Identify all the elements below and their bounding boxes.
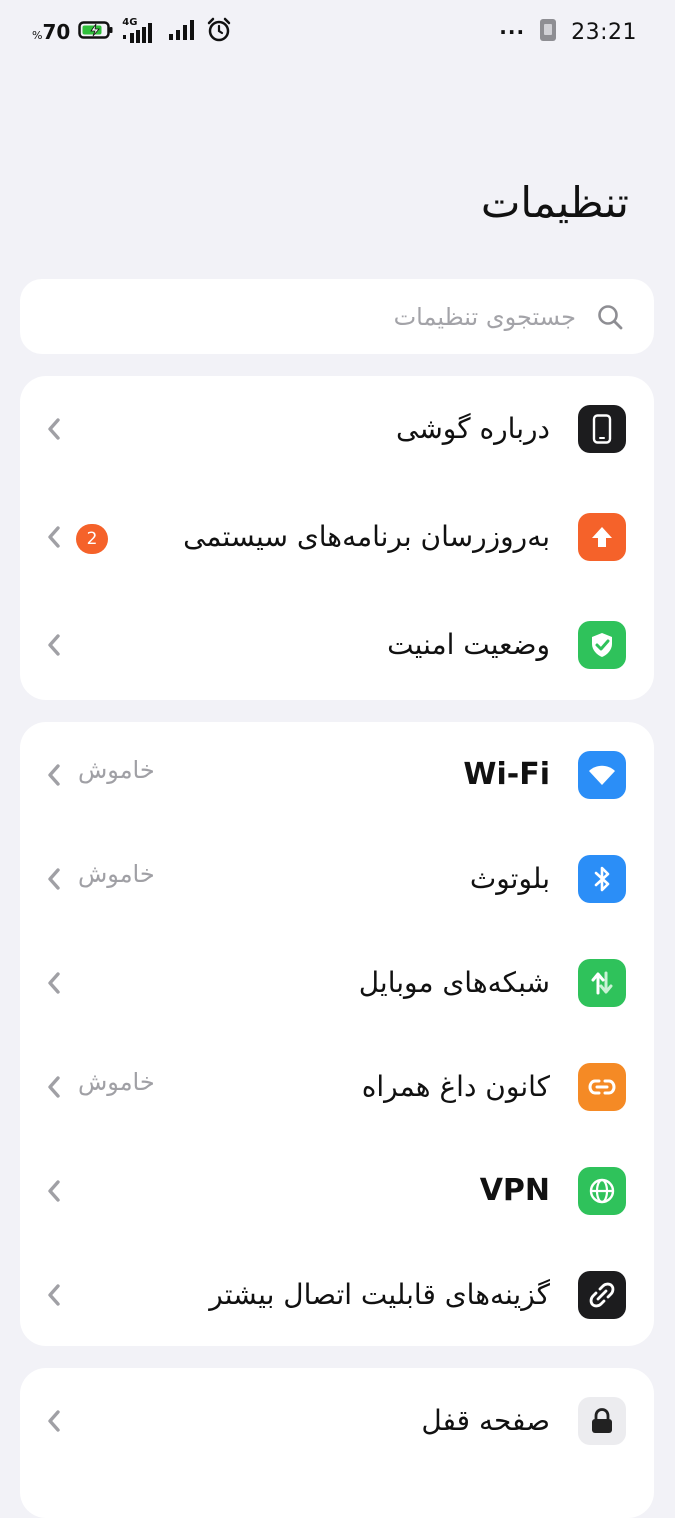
chevron-icon bbox=[46, 971, 62, 999]
row-label: گزینه‌های قابلیت اتصال بیشتر bbox=[209, 1278, 550, 1311]
row-about-phone[interactable]: درباره گوشی bbox=[20, 376, 654, 482]
more-notifications-icon: ··· bbox=[499, 20, 526, 44]
page-title: تنظیمات bbox=[480, 178, 629, 227]
wifi-icon bbox=[578, 751, 626, 799]
arrow-up-icon bbox=[578, 513, 626, 561]
link-icon bbox=[578, 1271, 626, 1319]
row-label: صفحه قفل bbox=[421, 1404, 550, 1437]
signal-icon bbox=[168, 19, 198, 45]
row-bluetooth[interactable]: بلوتوث خاموش bbox=[20, 826, 654, 932]
row-label: شبکه‌های موبایل bbox=[358, 966, 550, 999]
signal-4g-icon: 4G bbox=[122, 17, 160, 45]
sim-icon bbox=[539, 18, 557, 46]
battery-charging-icon bbox=[78, 20, 114, 44]
search-input[interactable] bbox=[96, 297, 576, 337]
mobile-data-icon bbox=[578, 959, 626, 1007]
row-label: وضعیت امنیت bbox=[387, 628, 550, 661]
bluetooth-icon bbox=[578, 855, 626, 903]
status-right: ··· 23:21 bbox=[499, 18, 637, 46]
chevron-icon bbox=[46, 633, 62, 661]
battery-percent: %70 bbox=[32, 20, 71, 44]
globe-icon bbox=[578, 1167, 626, 1215]
row-label: VPN bbox=[479, 1173, 550, 1208]
alarm-icon bbox=[206, 17, 232, 47]
shield-check-icon bbox=[578, 621, 626, 669]
row-vpn[interactable]: VPN bbox=[20, 1138, 654, 1244]
chevron-icon bbox=[46, 417, 62, 445]
phone-icon bbox=[578, 405, 626, 453]
row-label: به‌روزرسان برنامه‌های سیستمی bbox=[183, 520, 550, 553]
row-more-connectivity-options[interactable]: گزینه‌های قابلیت اتصال بیشتر bbox=[20, 1242, 654, 1346]
row-security-status[interactable]: وضعیت امنیت bbox=[20, 592, 654, 698]
chevron-icon bbox=[46, 1075, 62, 1103]
row-label: Wi-Fi bbox=[463, 757, 550, 792]
settings-group-device: درباره گوشی به‌روزرسان برنامه‌های سیستمی… bbox=[20, 376, 654, 700]
chevron-icon bbox=[46, 1179, 62, 1207]
row-value: خاموش bbox=[78, 1068, 155, 1096]
row-label: کانون داغ همراه bbox=[361, 1070, 550, 1103]
chevron-icon bbox=[46, 525, 62, 553]
search-icon bbox=[596, 303, 624, 335]
update-count-badge: 2 bbox=[76, 524, 108, 554]
row-wifi[interactable]: Wi-Fi خاموش bbox=[20, 722, 654, 828]
chevron-icon bbox=[46, 763, 62, 791]
row-value: خاموش bbox=[78, 756, 155, 784]
lock-icon bbox=[578, 1397, 626, 1445]
chevron-icon bbox=[46, 1409, 62, 1437]
row-lock-screen[interactable]: صفحه قفل bbox=[20, 1368, 654, 1474]
row-label: درباره گوشی bbox=[396, 412, 550, 445]
row-system-app-updater[interactable]: به‌روزرسان برنامه‌های سیستمی 2 bbox=[20, 484, 654, 590]
status-bar: %70 4G ··· 23:21 bbox=[0, 0, 675, 64]
status-left: %70 4G bbox=[32, 17, 232, 47]
chevron-icon bbox=[46, 867, 62, 895]
clock-time: 23:21 bbox=[571, 19, 637, 45]
search-bar[interactable] bbox=[20, 279, 654, 354]
hotspot-icon bbox=[578, 1063, 626, 1111]
row-personal-hotspot[interactable]: کانون داغ همراه خاموش bbox=[20, 1034, 654, 1140]
row-value: خاموش bbox=[78, 860, 155, 888]
row-mobile-networks[interactable]: شبکه‌های موبایل bbox=[20, 930, 654, 1036]
row-label: بلوتوث bbox=[469, 862, 550, 895]
chevron-icon bbox=[46, 1283, 62, 1311]
settings-group-connectivity: Wi-Fi خاموش بلوتوث خاموش شبکه‌های موبایل bbox=[20, 722, 654, 1346]
settings-group-lock: صفحه قفل bbox=[20, 1368, 654, 1518]
